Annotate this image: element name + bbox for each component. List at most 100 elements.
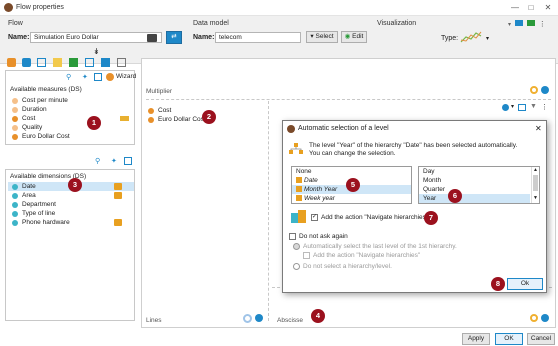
measure-item[interactable]: Cost per minute: [8, 96, 134, 105]
auto-select-radio[interactable]: [293, 243, 300, 250]
measure-label: Quality: [22, 124, 43, 131]
ok-button[interactable]: OK: [495, 333, 523, 345]
chart-settings-icon[interactable]: [502, 104, 509, 111]
measure-item[interactable]: Cost: [8, 114, 134, 123]
measure-item[interactable]: Euro Dollar Cost: [8, 132, 134, 141]
add-dimension-icon[interactable]: ✦: [111, 157, 117, 165]
abscissa-refresh-icon[interactable]: [530, 314, 538, 322]
funnel-tool-icon[interactable]: [69, 58, 78, 67]
flow-name-label: Name:: [8, 34, 30, 41]
data-model-input[interactable]: telecom: [215, 32, 301, 43]
search-dimension-icon[interactable]: ⚲: [95, 157, 100, 165]
level-label: Day: [423, 168, 435, 175]
multiplier-label: Multiplier: [146, 88, 173, 95]
scroll-up-arrow-icon[interactable]: ▲: [533, 167, 538, 173]
level-item[interactable]: Day: [419, 167, 530, 176]
navigate-checkbox[interactable]: ✓: [311, 214, 318, 221]
level-label: Year: [423, 195, 437, 202]
badge-3: 3: [68, 178, 82, 192]
data-model-name-label: Name:: [193, 34, 215, 41]
measure-item[interactable]: Quality: [8, 123, 134, 132]
paint-tool-icon[interactable]: [101, 58, 110, 67]
level-item[interactable]: Year: [419, 194, 530, 203]
level-item[interactable]: Month: [419, 176, 530, 185]
edit-measure-icon[interactable]: [94, 73, 102, 81]
flow-type-icon[interactable]: [147, 34, 157, 42]
edit-dimension-icon[interactable]: [124, 157, 132, 165]
line-chart-type-icon[interactable]: [460, 30, 486, 44]
select-button[interactable]: ▾ Select: [306, 31, 338, 43]
chart-more-icon[interactable]: ⋮: [541, 103, 548, 111]
measure-tool-icon[interactable]: [53, 58, 62, 67]
dialog-ok-button[interactable]: Ok: [507, 278, 543, 290]
chart-tool-icon[interactable]: [37, 58, 46, 67]
add-action-checkbox[interactable]: [303, 252, 310, 259]
measure-icon: [12, 116, 18, 122]
flow-name-input[interactable]: Simulation Euro Dollar: [30, 32, 162, 43]
lines-refresh-icon[interactable]: [243, 314, 252, 323]
multiplier-settings-icon[interactable]: [541, 86, 549, 94]
badge-5: 5: [346, 178, 360, 192]
dimension-icon: [12, 220, 18, 226]
search-icon[interactable]: ⚲: [66, 73, 71, 81]
close-button[interactable]: ✕: [541, 2, 555, 14]
dimension-item[interactable]: Type of line: [8, 209, 134, 218]
table-tool-icon[interactable]: [22, 58, 31, 67]
chart-bar-icon[interactable]: [514, 20, 523, 26]
type-label: Type:: [441, 35, 459, 42]
scroll-thumb[interactable]: [533, 175, 538, 191]
add-measure-icon[interactable]: ✦: [82, 73, 88, 81]
level-selection-dialog: Automatic selection of a level ✕ The lev…: [282, 120, 547, 293]
settings-tool-icon[interactable]: [117, 58, 126, 67]
badge-4: 4: [311, 309, 325, 323]
type-dropdown-icon[interactable]: ▾: [486, 35, 489, 42]
hierarchy-item[interactable]: None: [292, 167, 411, 176]
swap-button[interactable]: ⇄: [166, 31, 182, 44]
scroll-down-arrow-icon[interactable]: ▼: [533, 195, 538, 201]
dimension-item[interactable]: Phone hardware: [8, 218, 134, 227]
hierarchy-icon: [114, 219, 122, 226]
measure-icon: [148, 117, 154, 123]
flow-section-label: Flow: [8, 20, 23, 27]
maximize-button[interactable]: □: [524, 2, 538, 14]
chart-filter-icon[interactable]: ▼: [530, 103, 537, 110]
wizard-button[interactable]: Wizard: [116, 73, 136, 80]
dropdown-small-icon[interactable]: ▾: [508, 22, 511, 28]
no-select-radio[interactable]: [293, 263, 300, 270]
axis-tool-icon[interactable]: [85, 58, 94, 67]
visualization-label: Visualization: [377, 20, 417, 27]
edit-button[interactable]: ◉ Edit: [341, 31, 367, 43]
abscissa-settings-icon[interactable]: [541, 314, 549, 322]
dimension-icon: [12, 193, 18, 199]
multiplier-refresh-icon[interactable]: [530, 86, 538, 94]
level-item[interactable]: Quarter: [419, 185, 530, 194]
cancel-button[interactable]: Cancel: [527, 333, 555, 345]
level-list[interactable]: Day Month Quarter Year ▲ ▼: [418, 166, 540, 204]
hierarchy-icon: [296, 186, 302, 193]
measures-list: Cost per minute Duration Cost Quality Euro D…: [8, 96, 134, 141]
monitor-icon[interactable]: [526, 20, 535, 26]
level-scrollbar[interactable]: ▲ ▼: [531, 167, 539, 203]
dialog-close-button[interactable]: ✕: [535, 124, 542, 133]
hierarchy-icon: [296, 195, 302, 202]
lines-settings-icon[interactable]: [255, 314, 263, 322]
select-button-label: Select: [315, 33, 334, 40]
lines-label: Lines: [146, 317, 162, 324]
dimension-item[interactable]: Area: [8, 191, 134, 200]
measure-item[interactable]: Duration: [8, 105, 134, 114]
chart-image-icon[interactable]: [518, 104, 526, 111]
dimension-item[interactable]: Department: [8, 200, 134, 209]
do-not-ask-label: Do not ask again: [299, 233, 348, 240]
hierarchy-item[interactable]: Week year: [292, 194, 411, 203]
collapse-chevron-icon[interactable]: ↡: [93, 47, 100, 56]
minimize-button[interactable]: —: [508, 2, 522, 14]
badge-1: 1: [87, 116, 101, 130]
measure-format-icon[interactable]: [120, 116, 129, 121]
hierarchy-label: None: [296, 168, 312, 175]
more-icon[interactable]: ⋮: [539, 21, 546, 28]
apply-button[interactable]: Apply: [462, 333, 490, 345]
hierarchy-icon: [114, 183, 122, 190]
do-not-ask-checkbox[interactable]: [289, 233, 296, 240]
chart-dropdown-icon[interactable]: ▾: [511, 103, 514, 110]
filter-tool-icon[interactable]: [7, 58, 16, 67]
